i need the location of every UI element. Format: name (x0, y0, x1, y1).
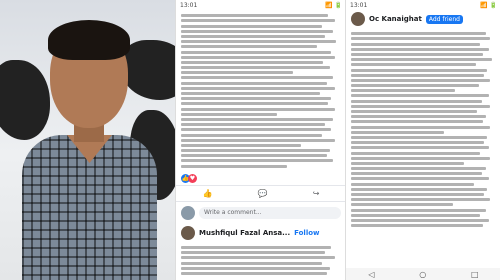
comment-input[interactable]: Write a comment... (199, 206, 341, 219)
follow-button[interactable]: Follow (294, 229, 319, 237)
like-button[interactable]: 👍 (203, 189, 213, 198)
avatar[interactable] (181, 225, 195, 240)
share-button[interactable]: ↪ (313, 189, 320, 198)
status-time: 13:01 (180, 1, 198, 9)
post-action-bar: 👍 💬 ↪ (176, 184, 346, 202)
post-body-text (176, 10, 346, 172)
phone-screenshot-1: 13:01 📶 🔋 👍 ♥ 👍 💬 ↪ Write a comment... M… (175, 0, 346, 280)
avatar (181, 205, 195, 220)
comment-composer: Write a comment... (176, 202, 346, 224)
home-icon[interactable]: ○ (419, 270, 426, 279)
status-time: 13:01 (350, 1, 368, 9)
hair (48, 20, 130, 60)
post-header: Oc Kanaighat Add friend (346, 10, 500, 28)
author-name[interactable]: Oc Kanaighat (369, 15, 422, 23)
next-post-header: Mushfiqul Fazal Ansa... Follow (176, 224, 346, 242)
presenter (22, 10, 157, 280)
android-nav-bar: ◁ ○ □ (346, 268, 500, 280)
post-body-text (176, 242, 346, 279)
phone-screenshot-2: 13:01 📶 🔋 Oc Kanaighat Add friend ◁ ○ □ (345, 0, 500, 280)
video-frame[interactable] (0, 0, 175, 280)
reaction-summary[interactable]: 👍 ♥ (176, 172, 346, 185)
author-name[interactable]: Mushfiqul Fazal Ansa... (199, 229, 290, 237)
post-body-text (346, 28, 500, 231)
avatar[interactable] (351, 12, 365, 26)
add-friend-button[interactable]: Add friend (425, 14, 463, 24)
status-icons: 📶 🔋 (325, 1, 342, 9)
love-reaction-icon: ♥ (188, 173, 197, 183)
status-icons: 📶 🔋 (480, 1, 497, 9)
comment-button[interactable]: 💬 (258, 189, 268, 198)
status-bar: 13:01 📶 🔋 (176, 0, 346, 10)
back-icon[interactable]: ◁ (368, 270, 374, 279)
recents-icon[interactable]: □ (471, 270, 479, 279)
status-bar: 13:01 📶 🔋 (346, 0, 500, 10)
